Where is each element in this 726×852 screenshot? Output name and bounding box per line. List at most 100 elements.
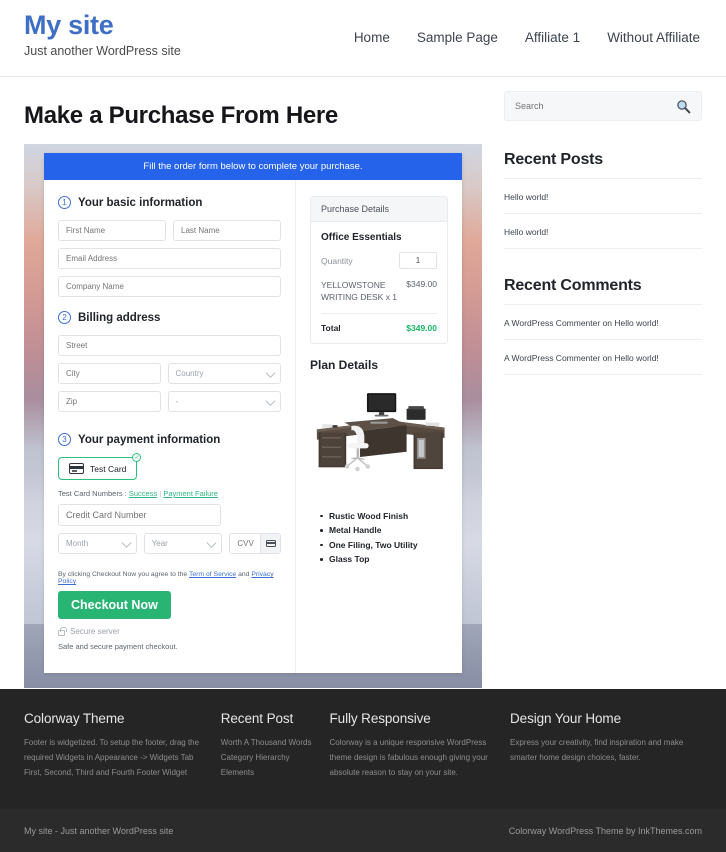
step-2-label: Billing address [78, 311, 161, 324]
total-row: Total $349.00 [321, 314, 437, 333]
purchase-details-box: Purchase Details Office Essentials Quant… [310, 196, 448, 344]
test-card-prefix: Test Card Numbers : [58, 489, 129, 498]
expiry-month-value: Month [66, 539, 89, 548]
nav-item-affiliate-1[interactable]: Affiliate 1 [525, 30, 580, 45]
secure-server-label: Secure server [70, 627, 120, 636]
lock-icon [58, 626, 67, 636]
chevron-down-icon [121, 537, 132, 548]
checkout-card: Fill the order form below to complete yo… [44, 153, 462, 673]
purchase-details-panel: Purchase Details Office Essentials Quant… [296, 180, 462, 673]
test-card-failure-link[interactable]: Payment Failure [163, 489, 218, 498]
plan-details-title: Plan Details [310, 357, 379, 372]
step-2-number: 2 [58, 311, 71, 324]
total-label: Total [321, 322, 341, 333]
line-item-name: YELLOWSTONE WRITING DESK x 1 [321, 280, 398, 303]
safe-checkout-note: Safe and secure payment checkout. [58, 642, 178, 651]
terms-of-service-link[interactable]: Term of Service [189, 571, 236, 578]
company-input[interactable] [58, 276, 281, 297]
line-item-row: YELLOWSTONE WRITING DESK x 1 $349.00 [321, 279, 437, 314]
purchase-details-title: Purchase Details [311, 197, 447, 222]
footer-site-credit: My site - Just another WordPress site [24, 825, 174, 836]
test-card-option[interactable]: Test Card ✓ [58, 453, 142, 480]
list-item[interactable]: Elements [221, 766, 314, 781]
email-input[interactable] [58, 248, 281, 269]
footer-widget-text: Colorway is a unique responsive WordPres… [329, 738, 488, 777]
site-header: My site Just another WordPress site Home… [0, 0, 726, 77]
step-3-label: Your payment information [78, 433, 221, 446]
search-icon[interactable] [676, 99, 691, 114]
list-item[interactable]: Hello world! [504, 178, 702, 213]
recent-comment-link[interactable]: A WordPress Commenter on Hello world! [504, 318, 659, 328]
test-card-numbers-line: Test Card Numbers : Success | Payment Fa… [58, 489, 281, 498]
line-item-price: $349.00 [406, 279, 437, 289]
purchase-details-body: Office Essentials Quantity YELLOWSTONE W… [311, 222, 447, 343]
recent-comments-title: Recent Comments [504, 277, 642, 294]
checkout-form-panel: 1 Your basic information 2 Billing addre… [44, 180, 296, 673]
search-form[interactable] [504, 91, 702, 121]
step-1-header: 1 Your basic information [58, 196, 281, 209]
expiry-year-select[interactable]: Year [143, 533, 223, 554]
total-value: $349.00 [406, 322, 437, 333]
quantity-input[interactable] [399, 252, 437, 269]
nav-item-home[interactable]: Home [354, 30, 390, 45]
zip-input[interactable] [58, 391, 161, 412]
credit-card-number-input[interactable] [58, 504, 221, 526]
list-item[interactable]: A WordPress Commenter on Hello world! [504, 304, 702, 339]
list-item[interactable]: Category Hierarchy [221, 751, 314, 766]
widget-spacer [504, 249, 702, 277]
chevron-down-icon [265, 367, 276, 378]
footer-widget-title: Recent Post [220, 711, 294, 726]
site-tagline: Just another WordPress site [24, 44, 181, 59]
state-select-value: - [175, 397, 179, 406]
footer-widget-title: Fully Responsive [329, 711, 431, 726]
name-row [58, 220, 281, 248]
state-select[interactable]: - [167, 391, 281, 412]
footer-widget-text: Footer is widgetized. To setup the foote… [24, 738, 200, 777]
site-branding[interactable]: My site Just another WordPress site [24, 0, 181, 58]
footer-bottom-bar: My site - Just another WordPress site Co… [0, 809, 726, 852]
street-input[interactable] [58, 335, 281, 356]
last-name-input[interactable] [173, 220, 281, 241]
list-item[interactable]: Hello world! [504, 213, 702, 249]
recent-comment-link[interactable]: A WordPress Commenter on Hello world! [504, 353, 659, 363]
search-input[interactable] [515, 101, 676, 111]
check-circle-icon: ✓ [132, 453, 142, 462]
expiry-month-select[interactable]: Month [58, 533, 137, 554]
plan-name: Office Essentials [321, 232, 402, 243]
recent-posts-title: Recent Posts [504, 151, 603, 168]
footer-widget-text: Express your creativity, find inspiratio… [510, 738, 684, 762]
step-1-label: Your basic information [78, 196, 203, 209]
recent-post-link[interactable]: Hello world! [504, 192, 548, 202]
checkout-now-button[interactable]: Checkout Now [58, 591, 171, 619]
city-country-row: Country [58, 363, 281, 391]
feature-item: Rustic Wood Finish [320, 511, 448, 521]
nav-item-without-affiliate[interactable]: Without Affiliate [607, 30, 700, 45]
quantity-row: Quantity [321, 252, 437, 269]
recent-post-link[interactable]: Hello world! [504, 227, 548, 237]
list-item[interactable]: Worth A Thousand Words [221, 736, 314, 751]
recent-posts-list: Hello world! Hello world! [504, 178, 702, 249]
nav-item-sample-page[interactable]: Sample Page [417, 30, 498, 45]
terms-agreement-text: By clicking Checkout Now you agree to th… [58, 571, 281, 585]
credit-card-icon [69, 463, 84, 474]
expiry-year-value: Year [151, 539, 168, 548]
footer-theme-credit[interactable]: Colorway WordPress Theme by InkThemes.co… [509, 826, 702, 836]
country-select[interactable]: Country [167, 363, 281, 384]
terms-mid: and [236, 571, 252, 578]
step-3-header: 3 Your payment information [58, 433, 281, 446]
list-item[interactable]: A WordPress Commenter on Hello world! [504, 339, 702, 375]
test-card-success-link[interactable]: Success [129, 489, 157, 498]
primary-navigation: Home Sample Page Affiliate 1 Without Aff… [354, 0, 702, 45]
recent-comments-list: A WordPress Commenter on Hello world! A … [504, 304, 702, 375]
expiry-cvv-row: Month Year [58, 533, 282, 561]
page-title: Make a Purchase From Here [24, 102, 338, 129]
feature-item: Glass Top [320, 554, 448, 564]
zip-state-row: - [58, 391, 281, 419]
terms-prefix: By clicking Checkout Now you agree to th… [58, 571, 189, 578]
first-name-input[interactable] [58, 220, 166, 241]
step-3-number: 3 [58, 433, 71, 446]
footer-widget-title: Colorway Theme [24, 711, 125, 726]
checkout-hero-backdrop: Fill the order form below to complete yo… [24, 144, 482, 688]
site-title[interactable]: My site [24, 10, 181, 41]
city-input[interactable] [58, 363, 161, 384]
